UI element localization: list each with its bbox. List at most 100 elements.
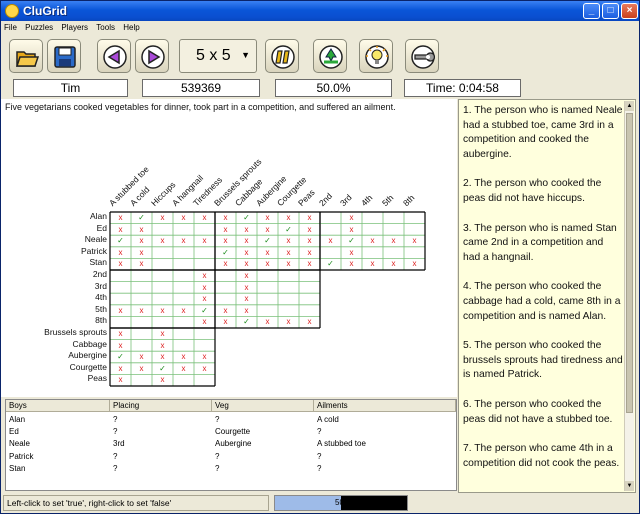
grid-cell-mark[interactable]: x (257, 316, 278, 328)
grid-cell-mark[interactable]: x (257, 247, 278, 259)
reset-button[interactable] (313, 39, 347, 73)
grid-cell-mark[interactable]: x (278, 235, 299, 247)
grid-cell-mark[interactable]: ✓ (215, 247, 236, 259)
grid-cell-mark[interactable]: x (110, 340, 131, 352)
grid-cell-mark[interactable]: x (131, 363, 152, 375)
menu-help[interactable]: Help (120, 21, 142, 34)
maximize-button[interactable]: □ (602, 3, 619, 19)
grid-cell-mark[interactable]: x (299, 258, 320, 270)
grid-cell-mark[interactable]: ✓ (257, 235, 278, 247)
grid-cell-mark[interactable]: x (278, 212, 299, 224)
grid-cell-mark[interactable]: x (152, 351, 173, 363)
col-header-ailments[interactable]: Ailments (314, 400, 456, 412)
grid-cell-mark[interactable]: x (131, 224, 152, 236)
grid-cell-mark[interactable]: x (236, 270, 257, 282)
grid-cell-mark[interactable]: x (173, 351, 194, 363)
grid-cell-mark[interactable]: x (194, 270, 215, 282)
grid-cell-mark[interactable]: x (131, 351, 152, 363)
grid-cell-mark[interactable]: x (257, 224, 278, 236)
grid-cell-mark[interactable]: x (341, 247, 362, 259)
scroll-up-icon[interactable]: ▲ (625, 101, 634, 111)
menu-file[interactable]: File (1, 21, 20, 34)
grid-cell-mark[interactable]: x (194, 363, 215, 375)
clue-scrollbar[interactable]: ▲ ▼ (624, 101, 634, 491)
minimize-button[interactable]: _ (583, 3, 600, 19)
grid-size-dropdown[interactable]: 5 x 5 ▼ (179, 39, 257, 73)
grid-cell-mark[interactable]: x (299, 224, 320, 236)
grid-cell-mark[interactable]: x (110, 258, 131, 270)
title-bar[interactable]: CluGrid _ □ × (1, 1, 639, 21)
grid-cell-mark[interactable]: x (110, 374, 131, 386)
grid-cell-mark[interactable]: x (341, 212, 362, 224)
pause-button[interactable] (265, 39, 299, 73)
grid-cell-mark[interactable]: x (383, 235, 404, 247)
open-button[interactable] (9, 39, 43, 73)
grid-cell-mark[interactable]: x (194, 316, 215, 328)
grid-cell-mark[interactable]: x (131, 258, 152, 270)
grid-cell-mark[interactable]: x (215, 305, 236, 317)
grid-cell-mark[interactable]: x (278, 258, 299, 270)
grid-cell-mark[interactable]: x (236, 305, 257, 317)
grid-cell-mark[interactable]: x (110, 363, 131, 375)
grid-cell-mark[interactable]: x (299, 235, 320, 247)
grid-cell-mark[interactable]: x (299, 247, 320, 259)
grid-cell-mark[interactable]: ✓ (152, 363, 173, 375)
grid-cell-mark[interactable]: x (215, 224, 236, 236)
grid-cell-mark[interactable]: x (110, 224, 131, 236)
grid-cell-mark[interactable]: x (299, 212, 320, 224)
grid-cell-mark[interactable]: ✓ (320, 258, 341, 270)
grid-cell-mark[interactable]: x (320, 235, 341, 247)
grid-cell-mark[interactable]: x (215, 258, 236, 270)
grid-cell-mark[interactable]: ✓ (110, 235, 131, 247)
grid-cell-mark[interactable]: x (152, 340, 173, 352)
grid-cell-mark[interactable]: x (404, 258, 425, 270)
grid-cell-mark[interactable]: x (236, 247, 257, 259)
grid-cell-mark[interactable]: x (131, 247, 152, 259)
grid-cell-mark[interactable]: x (236, 282, 257, 294)
grid-cell-mark[interactable]: x (236, 224, 257, 236)
grid-cell-mark[interactable]: ✓ (110, 351, 131, 363)
scroll-down-icon[interactable]: ▼ (625, 481, 634, 491)
col-header-placing[interactable]: Placing (110, 400, 212, 412)
grid-cell-mark[interactable]: x (362, 235, 383, 247)
grid-cell-mark[interactable]: ✓ (236, 212, 257, 224)
grid-cell-mark[interactable]: x (383, 258, 404, 270)
grid-cell-mark[interactable]: x (110, 305, 131, 317)
grid-cell-mark[interactable]: ✓ (236, 316, 257, 328)
grid-cell-mark[interactable]: x (257, 212, 278, 224)
grid-cell-mark[interactable]: x (236, 235, 257, 247)
grid-cell-mark[interactable]: x (194, 293, 215, 305)
menu-puzzles[interactable]: Puzzles (22, 21, 56, 34)
grid-cell-mark[interactable]: x (110, 212, 131, 224)
col-header-boys[interactable]: Boys (6, 400, 110, 412)
grid-cell-mark[interactable]: x (110, 328, 131, 340)
grid-cell-mark[interactable]: x (194, 235, 215, 247)
grid-cell-mark[interactable]: x (278, 247, 299, 259)
grid-cell-mark[interactable]: ✓ (278, 224, 299, 236)
next-button[interactable] (135, 39, 169, 73)
grid-cell-mark[interactable]: x (278, 316, 299, 328)
grid-cell-mark[interactable]: ✓ (131, 212, 152, 224)
grid-cell-mark[interactable]: ✓ (194, 305, 215, 317)
grid-cell-mark[interactable]: x (152, 374, 173, 386)
close-button[interactable]: × (621, 3, 638, 19)
grid-cell-mark[interactable]: x (173, 363, 194, 375)
save-button[interactable] (47, 39, 81, 73)
grid-cell-mark[interactable]: x (362, 258, 383, 270)
scroll-thumb[interactable] (626, 113, 633, 413)
grid-cell-mark[interactable]: x (152, 328, 173, 340)
grid-cell-mark[interactable]: x (110, 247, 131, 259)
grid-cell-mark[interactable]: x (152, 305, 173, 317)
grid-cell-mark[interactable]: x (152, 212, 173, 224)
grid-cell-mark[interactable]: x (215, 212, 236, 224)
grid-cell-mark[interactable]: x (194, 212, 215, 224)
grid-cell-mark[interactable]: x (299, 316, 320, 328)
grid-cell-mark[interactable]: x (215, 316, 236, 328)
col-header-veg[interactable]: Veg (212, 400, 314, 412)
grid-cell-mark[interactable]: ✓ (341, 235, 362, 247)
grid-cell-mark[interactable]: x (404, 235, 425, 247)
grid-cell-mark[interactable]: x (194, 282, 215, 294)
menu-players[interactable]: Players (58, 21, 91, 34)
hint-button[interactable] (359, 39, 393, 73)
grid-cell-mark[interactable]: x (131, 305, 152, 317)
